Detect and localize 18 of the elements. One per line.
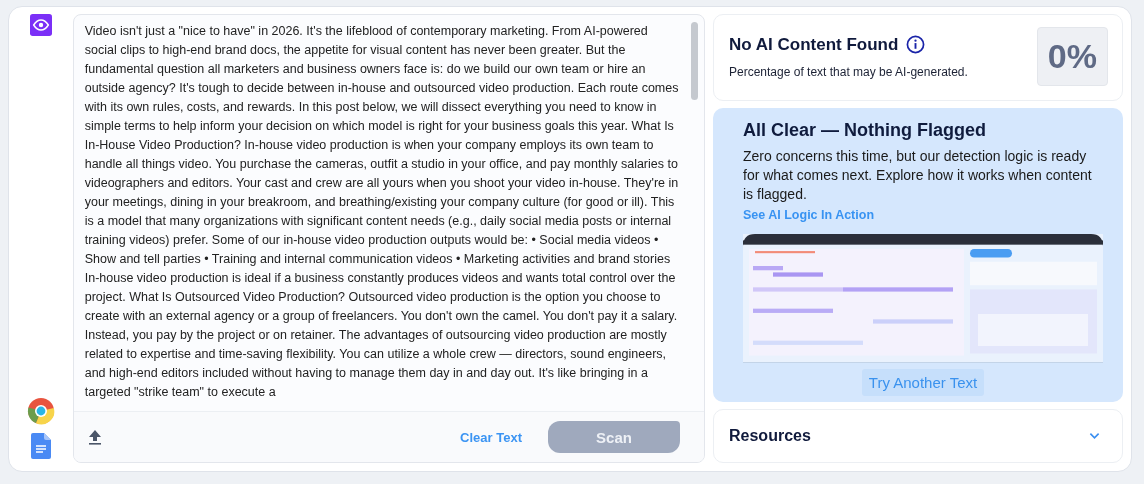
notice-title: All Clear — Nothing Flagged (743, 120, 987, 141)
chrome-icon[interactable] (26, 397, 55, 425)
try-another-text-button[interactable]: Try Another Text (861, 369, 985, 396)
result-title: No AI Content Found (729, 34, 899, 55)
upload-icon[interactable] (87, 429, 102, 445)
result-subtitle: Percentage of text that may be AI-generated. (729, 64, 968, 79)
scrollbar[interactable] (691, 22, 698, 100)
eye-icon[interactable] (29, 14, 52, 36)
text-input[interactable]: Video isn't just a "nice to have" in 2026. It's the lifeblood of contemporary marketing. From AI-powered social clips to high-end brand docs, the appetite for visual content has never been greater. But the fundamental question all marketers and business owners face is: do we build our own team or hire an outside agency? It's tough to decide between in-house and outsourced video production. Each route comes with its own rules, costs, and rewards. In this post below, we will dissect everything you need to know in simple terms to help inform your decision on which model is right for your business goals this year. What Is In-House Video Production? In-house video production is when your company employs its own team to handle all things video. You purchase the cameras, outfit a studio in your office, and pay monthly salaries to videographers and editors. Your cast and crew are all yours when you shoot your video in-house. They're in your meetings, dining in your breakroom, and breathing/existing your company culture (for good or ill). This is a model that many organizations with significant content needs (e.g., daily social media posts or internal training videos) prefer. Some of our in-house video production outputs would be: • Social media videos • Show and tell parties • Training and internal communication videos • Marketing activities and brand stories In-house video production is ideal if a business constantly produces videos and wants total control over the project. What Is Outsourced Video Production? Outsourced video production is the option you choose to create with an external agency or a group of freelancers. You don't own the camel. You don't pay it a salary. Instead, you pay by the project or on retainer. The advantages of outsourcing video production are mostly related to expertise and time-saving flexibility. You can utilize a whole crew — directors, sound engineers, and high-end editors included without having to manage them day in and day out. It's like bringing in a targeted "strike team" to execute a (84, 22, 681, 411)
info-icon[interactable] (906, 35, 926, 54)
document-icon[interactable] (30, 433, 51, 459)
logic-link[interactable]: See AI Logic In Action (743, 208, 1103, 222)
chevron-icon[interactable] (1089, 432, 1100, 440)
resources-panel[interactable]: Resources (713, 409, 1123, 463)
score-badge: 0% (1036, 27, 1108, 86)
notice-text: Zero concerns this time, but our detection logic is ready for what comes next. Explore how it works when content is flagged. (743, 147, 1093, 204)
clear-text-button[interactable]: Clear Text (456, 425, 526, 449)
resources-title: Resources (729, 427, 811, 445)
